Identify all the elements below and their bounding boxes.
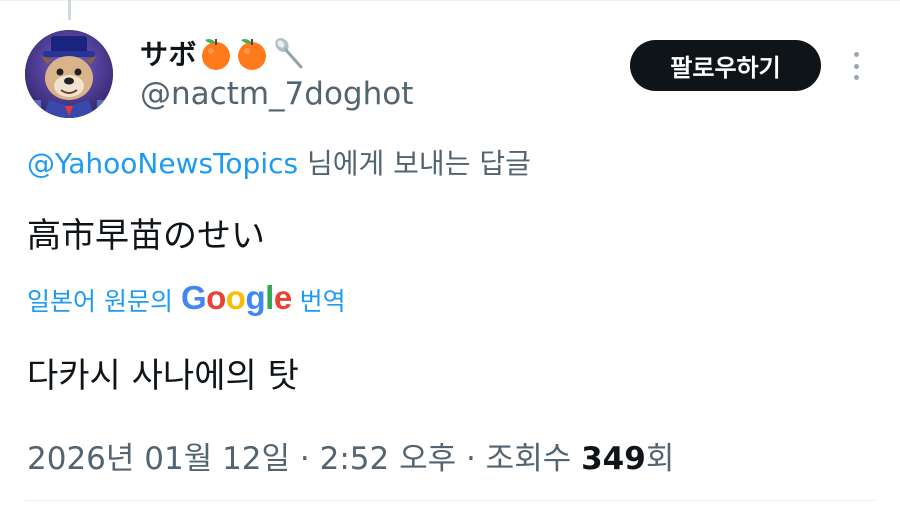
reply-to-handle-link[interactable]: @YahooNewsTopics (27, 147, 298, 180)
translated-text: 다카시 사나에의 탓 (27, 356, 299, 396)
tangerine-icon (199, 35, 233, 71)
timestamp[interactable]: 2026년 01월 12일 · 2:52 오후 · 조회수 (27, 441, 581, 477)
bottom-divider (25, 500, 875, 501)
display-name[interactable]: サボ (140, 33, 197, 73)
tangerine-icon (235, 35, 269, 71)
top-divider (0, 0, 900, 1)
translate-prefix: 일본어 원문의 (27, 287, 173, 316)
translation-attribution[interactable]: 일본어 원문의 Google 번역 (27, 279, 346, 318)
tweet-text: 高市早苗のせい (27, 216, 265, 256)
avatar[interactable] (25, 30, 113, 118)
user-handle[interactable]: @nactm_7doghot (140, 76, 413, 112)
reply-to-suffix: 님에게 보내는 답글 (298, 147, 531, 180)
views-count: 349 (581, 441, 646, 477)
bulldog-avatar-image (25, 30, 113, 118)
google-logo: Google (180, 279, 292, 316)
thread-connector-line (68, 0, 71, 20)
translate-suffix: 번역 (299, 287, 346, 316)
views-suffix: 회 (645, 441, 675, 477)
reply-to-line: @YahooNewsTopics 님에게 보내는 답글 (27, 142, 531, 182)
tweet-metadata: 2026년 01월 12일 · 2:52 오후 · 조회수 349회 (27, 433, 674, 478)
spoon-icon (271, 35, 305, 71)
more-options-icon[interactable] (845, 48, 867, 84)
display-name-row[interactable]: サボ (140, 31, 305, 75)
follow-button[interactable]: 팔로우하기 (630, 40, 821, 91)
